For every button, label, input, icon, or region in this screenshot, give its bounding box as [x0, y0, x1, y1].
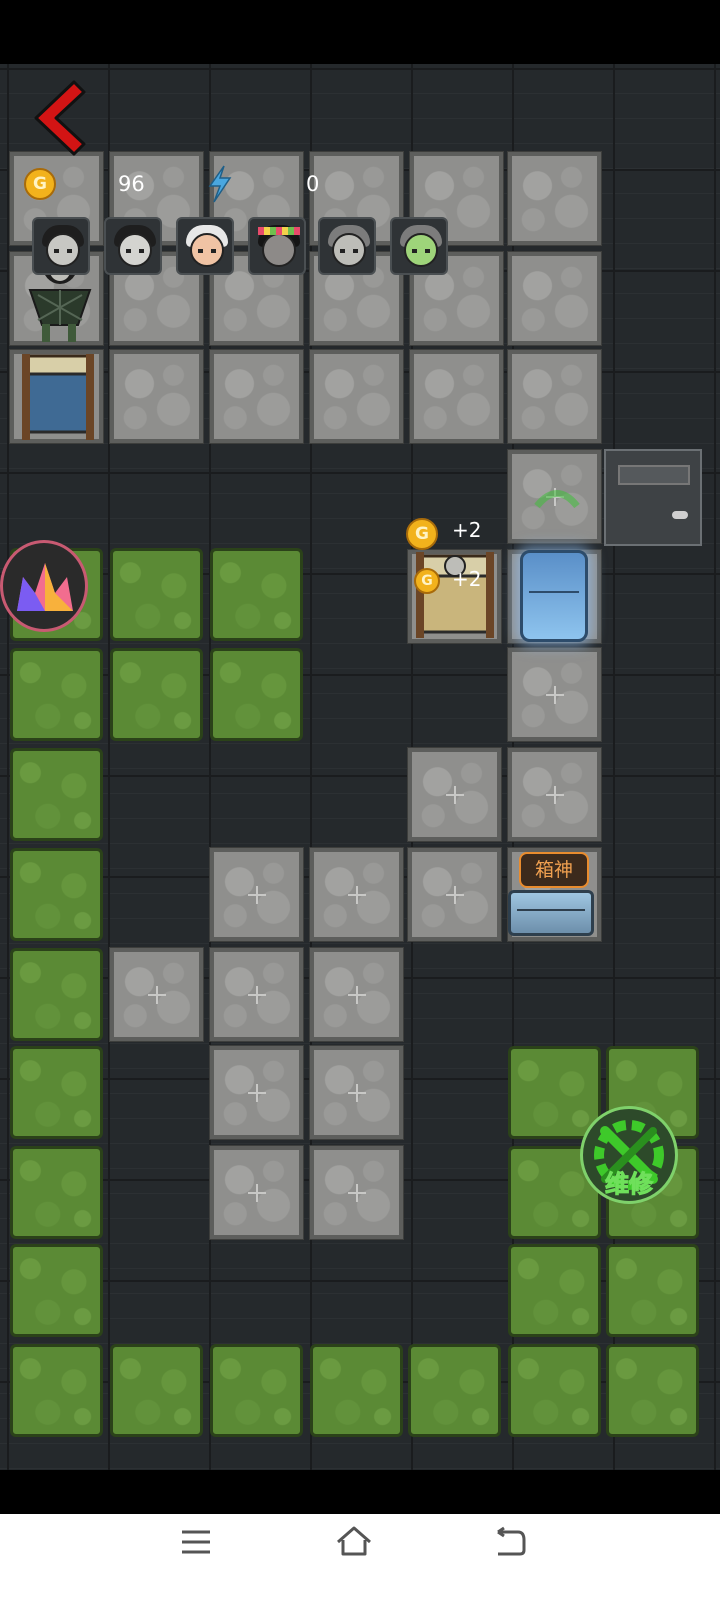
- build-slot[interactable]: [407, 847, 502, 942]
- plus-icon: [545, 685, 564, 704]
- avatar-grandma-white-hair[interactable]: [176, 217, 234, 275]
- fridge[interactable]: [520, 550, 588, 642]
- chest[interactable]: [508, 890, 594, 936]
- eyes: [340, 249, 358, 253]
- upgrade-arrow-icon: [534, 490, 580, 509]
- box-god-button[interactable]: 箱神: [519, 852, 589, 888]
- eyes: [198, 249, 216, 253]
- stone-tile[interactable]: [209, 349, 304, 444]
- avatar-girl-dark-hair[interactable]: [32, 217, 90, 275]
- fridge-divider: [529, 591, 579, 593]
- system-nav-bar: [0, 1514, 720, 1600]
- grass-tile: [210, 648, 303, 741]
- build-slot[interactable]: [209, 1045, 304, 1140]
- grass-tile: [110, 648, 203, 741]
- menu-icon[interactable]: [180, 1528, 212, 1556]
- grass-tile: [10, 748, 103, 841]
- coin-icon: G: [24, 168, 56, 200]
- energy-icon: [208, 165, 232, 203]
- eyes: [54, 249, 72, 253]
- plus-icon: [445, 885, 464, 904]
- grass-tile: [10, 648, 103, 741]
- chest-lid-line: [517, 909, 585, 911]
- build-slot[interactable]: [309, 947, 404, 1042]
- grass-tile: [210, 1344, 303, 1437]
- grass-tile: [210, 548, 303, 641]
- plus-icon: [247, 1183, 266, 1202]
- status-bar: [0, 0, 720, 64]
- energy-count: 0: [306, 172, 320, 196]
- build-slot[interactable]: [109, 947, 204, 1042]
- income-label: +2: [452, 567, 482, 591]
- grass-tile: [10, 1344, 103, 1437]
- build-slot[interactable]: [209, 847, 304, 942]
- plus-icon: [147, 985, 166, 1004]
- grass-tile: [10, 1146, 103, 1239]
- stone-tile[interactable]: [309, 349, 404, 444]
- build-slot[interactable]: [209, 1145, 304, 1240]
- stone-tile[interactable]: [109, 349, 204, 444]
- plus-icon: [247, 885, 266, 904]
- door-window: [618, 465, 690, 485]
- plus-icon: [347, 985, 366, 1004]
- stone-tile[interactable]: [409, 349, 504, 444]
- grass-tile: [508, 1344, 601, 1437]
- face: [262, 233, 296, 267]
- stone-tile[interactable]: [507, 151, 602, 246]
- build-slot[interactable]: [507, 647, 602, 742]
- coin-icon: G: [414, 568, 440, 594]
- eyes: [126, 249, 144, 253]
- plus-icon: [445, 785, 464, 804]
- stone-tile[interactable]: [507, 349, 602, 444]
- plus-icon: [247, 1083, 266, 1102]
- bottom-spacer: [0, 1470, 720, 1514]
- back-arrow-icon[interactable]: [26, 76, 86, 160]
- eyes: [412, 249, 430, 253]
- grass-tile: [10, 1046, 103, 1139]
- avatar-girl-flower-crown[interactable]: [248, 217, 306, 275]
- plus-icon: [545, 785, 564, 804]
- crown-button[interactable]: [0, 540, 88, 632]
- plus-icon: [347, 1183, 366, 1202]
- grass-tile: [606, 1244, 699, 1337]
- occupied-bed[interactable]: [414, 550, 496, 640]
- grass-tile: [508, 1244, 601, 1337]
- grass-tile: [310, 1344, 403, 1437]
- build-slot[interactable]: [309, 847, 404, 942]
- repair-button[interactable]: 维修: [580, 1106, 678, 1204]
- crown-icon: [17, 563, 73, 611]
- back-icon[interactable]: [492, 1526, 528, 1558]
- plus-icon: [247, 985, 266, 1004]
- grass-tile: [10, 948, 103, 1041]
- door-handle: [672, 511, 688, 519]
- grass-tile: [10, 848, 103, 941]
- grass-tile: [110, 1344, 203, 1437]
- build-slot[interactable]: [209, 947, 304, 1042]
- build-slot[interactable]: [309, 1045, 404, 1140]
- avatar-girl-pale[interactable]: [104, 217, 162, 275]
- build-slot[interactable]: [507, 449, 602, 544]
- avatar-old-lady-green-glow[interactable]: [390, 217, 448, 275]
- avatar-old-lady-grey[interactable]: [318, 217, 376, 275]
- home-icon[interactable]: [334, 1524, 374, 1558]
- grass-tile: [10, 1244, 103, 1337]
- build-slot[interactable]: [407, 747, 502, 842]
- flower-crown: [258, 227, 300, 235]
- door[interactable]: [604, 449, 702, 546]
- coin-icon: G: [406, 518, 438, 550]
- income-label: +2: [452, 518, 482, 542]
- build-slot[interactable]: [309, 1145, 404, 1240]
- grass-tile: [408, 1344, 501, 1437]
- plus-icon: [347, 885, 366, 904]
- build-slot[interactable]: [507, 747, 602, 842]
- repair-label: 维修: [605, 1170, 654, 1199]
- bed[interactable]: [18, 352, 98, 442]
- grass-tile: [606, 1344, 699, 1437]
- grass-tile: [110, 548, 203, 641]
- plus-icon: [347, 1083, 366, 1102]
- coin-count: 96: [118, 172, 145, 196]
- stone-tile[interactable]: [507, 251, 602, 346]
